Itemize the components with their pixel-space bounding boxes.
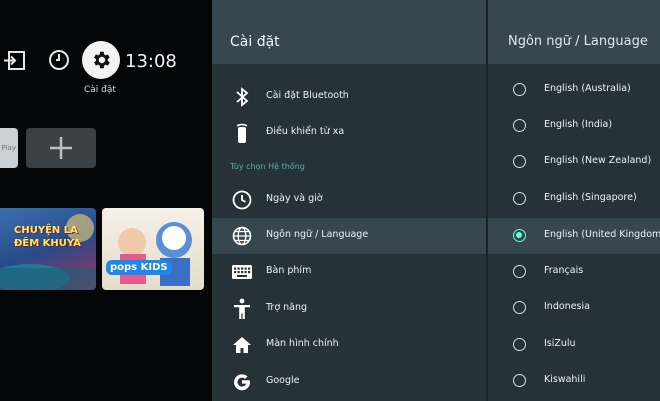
settings-item-label: Điều khiển từ xa [266, 126, 345, 137]
settings-item-remote[interactable]: Điều khiển từ xa [212, 115, 486, 151]
settings-gear-button[interactable] [82, 41, 120, 79]
home-screen: 13:08 Cài đặt Play CHUYỆN LA ĐÊM KHUYA p… [0, 0, 212, 401]
settings-item-label: Ngôn ngữ / Language [266, 229, 369, 240]
language-option-label: English (Singapore) [544, 192, 637, 203]
input-source-icon[interactable] [3, 50, 27, 72]
language-option[interactable]: English (Australia) [488, 72, 660, 108]
plus-icon [50, 137, 72, 159]
settings-item-google[interactable]: Google [212, 364, 486, 400]
section-header: Tùy chọn Hệ thống [230, 162, 305, 171]
radio-button[interactable] [513, 155, 526, 168]
settings-item-label: Bàn phím [266, 265, 312, 276]
clock-icon [230, 189, 254, 211]
settings-item-label: Màn hình chính [266, 338, 339, 349]
language-title: Ngôn ngữ / Language [508, 34, 648, 49]
settings-item-label: Trợ năng [266, 302, 308, 313]
settings-item-language[interactable]: Ngôn ngữ / Language [212, 218, 486, 254]
brand-badge: pops KIDS [106, 260, 172, 275]
language-option[interactable]: English (Singapore) [488, 181, 660, 217]
language-option[interactable]: English (India) [488, 108, 660, 144]
language-option[interactable]: Indonesia [488, 290, 660, 326]
settings-label: Cài đặt [84, 85, 116, 95]
accessibility-icon [230, 298, 254, 320]
app-tile-play[interactable]: Play [0, 128, 18, 168]
settings-item-keyboard[interactable]: Bàn phím [212, 254, 486, 290]
settings-header: Cài đặt [212, 0, 486, 64]
settings-title: Cài đặt [230, 34, 280, 50]
home-icon [230, 334, 254, 356]
language-option-label: Kiswahili [544, 374, 586, 385]
timer-icon[interactable] [48, 49, 70, 71]
settings-item-accessibility[interactable]: Trợ năng [212, 291, 486, 327]
language-option-label: IsiZulu [544, 338, 576, 349]
keyboard-icon [230, 261, 254, 283]
radio-button-checked[interactable] [513, 229, 526, 242]
settings-item-label: Ngày và giờ [266, 193, 323, 204]
language-option-label: Indonesia [544, 301, 590, 312]
gear-icon [94, 51, 110, 69]
settings-panel: Cài đặt Cài đặt Bluetooth Điều khiển từ … [212, 0, 486, 401]
thumbnail-title: CHUYỆN LA ĐÊM KHUYA [14, 225, 81, 249]
language-option-selected[interactable]: English (United Kingdom) [488, 218, 660, 254]
settings-item-home-screen[interactable]: Màn hình chính [212, 327, 486, 363]
language-header: Ngôn ngữ / Language [488, 0, 660, 64]
language-option[interactable]: Kiswahili [488, 363, 660, 399]
globe-icon [230, 225, 254, 247]
radio-button[interactable] [513, 374, 526, 387]
add-app-button[interactable] [26, 128, 96, 168]
video-thumbnail[interactable]: pops KIDS [102, 208, 204, 290]
radio-button[interactable] [513, 301, 526, 314]
google-icon [230, 371, 254, 393]
radio-button[interactable] [513, 265, 526, 278]
language-option[interactable]: Français [488, 254, 660, 290]
video-thumbnail[interactable]: CHUYỆN LA ĐÊM KHUYA [0, 208, 96, 290]
language-option-label: Français [544, 265, 584, 276]
language-option-label: English (India) [544, 119, 613, 130]
language-option[interactable]: English (New Zealand) [488, 144, 660, 180]
clock: 13:08 [125, 51, 177, 72]
remote-icon [230, 122, 254, 144]
settings-item-date-time[interactable]: Ngày và giờ [212, 182, 486, 218]
bluetooth-icon [230, 86, 254, 108]
language-option-label: English (United Kingdom) [544, 229, 660, 240]
radio-button[interactable] [513, 83, 526, 96]
radio-button[interactable] [513, 192, 526, 205]
thumbnail-art [118, 222, 192, 286]
radio-button[interactable] [513, 119, 526, 132]
radio-button[interactable] [513, 338, 526, 351]
language-option[interactable]: IsiZulu [488, 327, 660, 363]
settings-item-label: Google [266, 375, 300, 386]
language-panel: Ngôn ngữ / Language English (Australia) … [486, 0, 660, 401]
app-tile-label: Play [1, 144, 16, 152]
language-option-label: English (New Zealand) [544, 155, 652, 166]
settings-item-label: Cài đặt Bluetooth [266, 90, 349, 101]
settings-item-bluetooth[interactable]: Cài đặt Bluetooth [212, 79, 486, 115]
language-option-label: English (Australia) [544, 83, 631, 94]
